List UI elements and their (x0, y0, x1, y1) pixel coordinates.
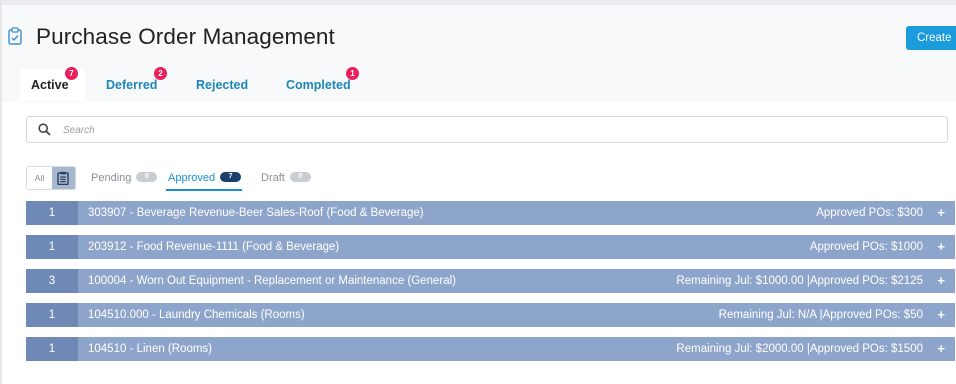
tab-label: Deferred (106, 78, 158, 92)
view-toggle: All (26, 166, 76, 190)
list-view-button[interactable] (52, 167, 75, 189)
status-tab-approved[interactable]: Approved 7 (168, 172, 242, 184)
create-button[interactable]: Create (906, 26, 956, 50)
active-status-underline (166, 189, 242, 191)
row-count: 1 (26, 201, 78, 225)
tab-active[interactable]: Active 7 (20, 67, 85, 101)
row-name: 203912 - Food Revenue-1111 (Food & Bever… (88, 241, 340, 253)
create-button-label: Create (917, 32, 952, 44)
tab-completed[interactable]: Completed 1 (286, 67, 366, 101)
row-name: 104510.000 - Laundry Chemicals (Rooms) (88, 309, 305, 321)
expand-plus-icon[interactable]: + (937, 303, 945, 327)
tab-count-badge: 7 (65, 67, 78, 80)
tab-label: Rejected (196, 78, 249, 92)
budget-row[interactable]: 3 100004 - Worn Out Equipment - Replacem… (26, 269, 955, 293)
expand-plus-icon[interactable]: + (937, 235, 945, 259)
expand-plus-icon[interactable]: + (937, 269, 945, 293)
status-tab-label: Approved (168, 172, 216, 184)
status-count-pill: 0 (289, 172, 311, 183)
row-name: 104510 - Linen (Rooms) (88, 343, 213, 355)
tab-count-badge: 1 (346, 67, 359, 80)
row-count: 3 (26, 269, 78, 293)
row-summary: Remaining Jul: $2000.00 |Approved POs: $… (676, 343, 923, 355)
budget-row[interactable]: 1 203912 - Food Revenue-1111 (Food & Bev… (26, 235, 955, 259)
status-tab-label: Draft (261, 172, 285, 184)
search-icon (38, 123, 51, 136)
row-summary: Approved POs: $1000 (809, 241, 923, 253)
search-box (26, 116, 948, 143)
row-name: 100004 - Worn Out Equipment - Replacemen… (88, 275, 456, 287)
clipboard-check-icon (8, 27, 22, 45)
search-input[interactable] (61, 121, 925, 140)
budget-row[interactable]: 1 104510 - Linen (Rooms) Remaining Jul: … (26, 337, 955, 361)
row-count: 1 (26, 303, 78, 327)
budget-row[interactable]: 1 303907 - Beverage Revenue-Beer Sales-R… (26, 201, 955, 225)
tab-label: Active (31, 78, 69, 92)
view-all-button[interactable]: All (27, 167, 52, 189)
tab-label: Completed (286, 78, 351, 92)
status-count-pill: 0 (136, 172, 158, 183)
tab-rejected[interactable]: Rejected (196, 69, 251, 101)
status-tab-label: Pending (91, 172, 132, 184)
expand-plus-icon[interactable]: + (937, 201, 945, 225)
view-all-label: All (34, 173, 45, 183)
status-tab-draft[interactable]: Draft 0 (261, 172, 311, 184)
row-count: 1 (26, 235, 78, 259)
status-tab-pending[interactable]: Pending 0 (91, 172, 158, 184)
budget-row[interactable]: 1 104510.000 - Laundry Chemicals (Rooms)… (26, 303, 955, 327)
expand-plus-icon[interactable]: + (937, 337, 945, 361)
row-count: 1 (26, 337, 78, 361)
status-count-pill: 7 (220, 172, 242, 183)
tab-deferred[interactable]: Deferred 2 (106, 67, 167, 101)
page-title: Purchase Order Management (36, 24, 335, 49)
tab-count-badge: 2 (154, 67, 167, 80)
row-name: 303907 - Beverage Revenue-Beer Sales-Roo… (88, 207, 424, 219)
row-summary: Remaining Jul: $1000.00 |Approved POs: $… (676, 275, 923, 287)
row-summary: Approved POs: $300 (816, 207, 923, 219)
row-summary: Remaining Jul: N/A |Approved POs: $50 (718, 309, 923, 321)
